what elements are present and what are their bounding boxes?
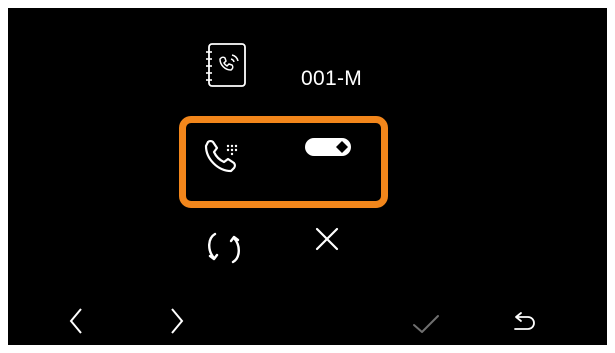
phone-forward-icon[interactable] bbox=[203, 136, 247, 176]
chevron-right-icon[interactable] bbox=[167, 306, 187, 336]
address-book-intercom-icon[interactable] bbox=[203, 42, 251, 90]
close-icon[interactable] bbox=[314, 226, 340, 252]
check-icon[interactable] bbox=[411, 313, 441, 335]
refresh-icon[interactable] bbox=[202, 228, 246, 268]
return-icon[interactable] bbox=[511, 311, 537, 335]
device-name: 001-M bbox=[301, 67, 363, 90]
call-forward-toggle[interactable] bbox=[304, 136, 352, 158]
chevron-left-icon[interactable] bbox=[66, 306, 86, 336]
intercom-screen: 001-M bbox=[8, 8, 607, 345]
